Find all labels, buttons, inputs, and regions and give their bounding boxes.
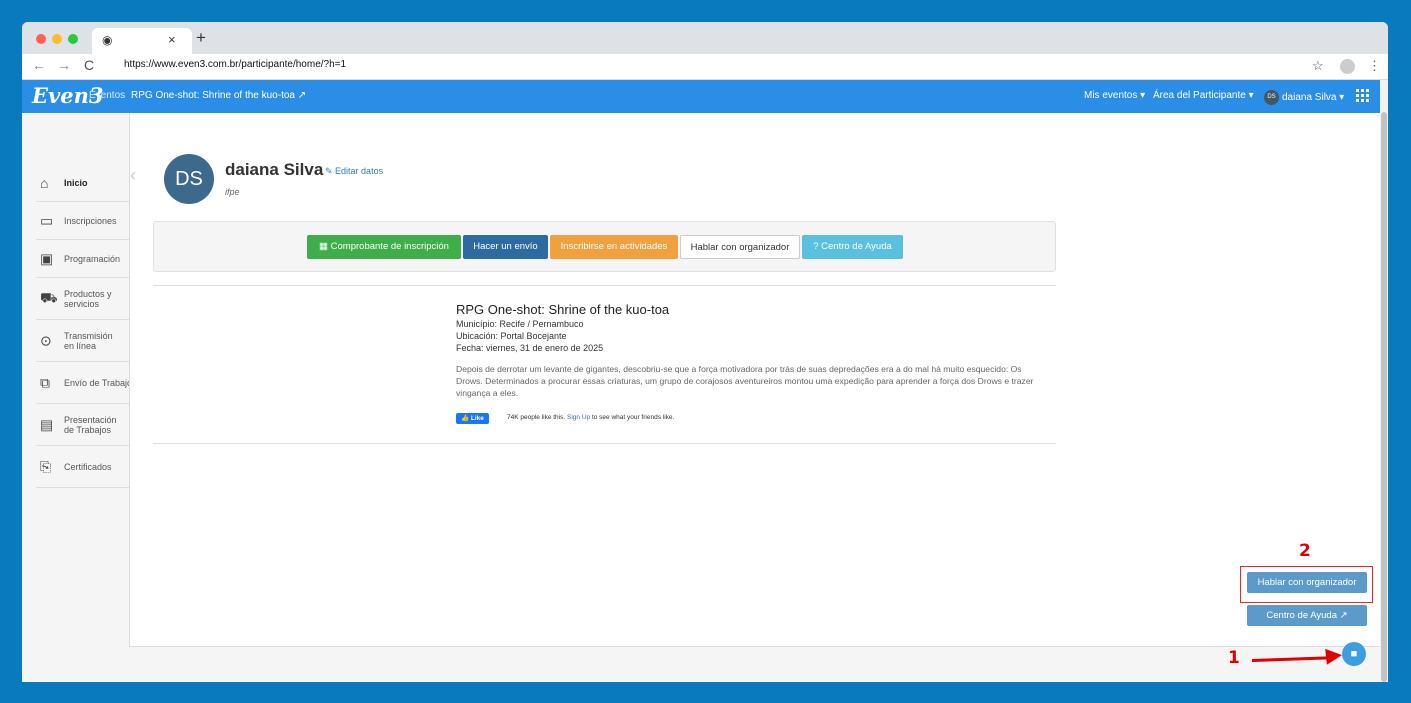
browser-menu-icon[interactable]: ⋮	[1368, 58, 1381, 74]
profile-institution: ifpe	[225, 187, 240, 197]
site-navbar: Even3 Eventos RPG One-shot: Shrine of th…	[22, 80, 1380, 113]
edit-profile-link[interactable]: ✎ Editar datos	[325, 166, 383, 177]
bookmark-star-icon[interactable]: ☆	[1312, 58, 1324, 74]
reload-icon[interactable]: C	[84, 57, 94, 73]
facebook-like-count: 74K people like this.	[507, 414, 566, 421]
collapse-sidebar-chevron-icon[interactable]: ‹	[130, 165, 136, 186]
scrollbar-thumb[interactable]	[1381, 112, 1387, 682]
comprobante-button[interactable]: ▦ Comprobante de inscripción	[307, 235, 461, 259]
browser-window: ◉ × + ← → C https://www.even3.com.br/par…	[22, 22, 1388, 682]
sidebar-item-inscripciones[interactable]: ▭ Inscripciones	[36, 202, 129, 240]
event-title: RPG One-shot: Shrine of the kuo-toa	[456, 302, 670, 317]
annotation-marker-1: 1	[1228, 648, 1240, 668]
address-bar[interactable]: https://www.even3.com.br/participante/ho…	[124, 59, 346, 70]
nav-event-link[interactable]: RPG One-shot: Shrine of the kuo-toa ↗	[131, 90, 306, 101]
annotation-arrowhead-icon	[1325, 647, 1343, 665]
sidebar-item-label: Presentación de Trabajos	[64, 414, 117, 435]
calendar-icon: ▣	[40, 250, 54, 266]
forward-arrow-icon[interactable]: →	[57, 57, 71, 73]
sidebar-item-envio-trabajo[interactable]: ⧉ Envío de Trabajo	[36, 362, 132, 404]
browser-tab[interactable]: ◉ ×	[92, 28, 192, 54]
profile-name: daiana Silva	[225, 160, 324, 179]
facebook-signup-link[interactable]: Sign Up	[567, 414, 590, 421]
document-copy-icon: ⧉	[40, 374, 50, 390]
page-body: ⌂ Inicio ▭ Inscripciones ▣ Programación …	[22, 113, 1380, 682]
maximize-window-icon[interactable]	[68, 34, 78, 44]
event-description: Depois de derrotar um levante de gigante…	[456, 364, 1034, 398]
annotation-marker-2: 2	[1299, 541, 1311, 561]
event-municipio: Município: Recife / Pernambuco	[456, 319, 584, 329]
event-ubicacion: Ubicación: Portal Bocejante	[456, 331, 567, 341]
profile-icon[interactable]	[1340, 59, 1355, 74]
chrome-favicon-icon: ◉	[102, 33, 113, 47]
divider	[153, 285, 1056, 286]
profile-avatar: DS	[164, 154, 214, 204]
back-arrow-icon[interactable]: ←	[32, 57, 46, 73]
hacer-envio-button[interactable]: Hacer un envío	[463, 235, 548, 259]
sidebar-item-productos[interactable]: ⛟ Productos y servicios	[36, 278, 129, 320]
inscribirse-actividades-button[interactable]: Inscribirse en actividades	[550, 235, 678, 259]
facebook-like-button[interactable]: 👍 Like	[456, 413, 489, 424]
sidebar-item-certificados[interactable]: ⎘ Certificados	[36, 446, 129, 488]
window-controls	[36, 34, 78, 44]
sidebar-item-transmision[interactable]: ⊙ Transmisión en línea	[36, 320, 129, 362]
chat-bubble-icon[interactable]: ■	[1342, 642, 1366, 666]
action-button-panel: ▦ Comprobante de inscripción Hacer un en…	[153, 221, 1056, 272]
minimize-window-icon[interactable]	[52, 34, 62, 44]
area-participante-dropdown[interactable]: Área del Participante ▾	[1153, 90, 1254, 101]
facebook-like-text: 74K people like this. Sign Up to see wha…	[507, 414, 674, 421]
sidebar-item-label: Productos y servicios	[64, 288, 112, 309]
user-mini-avatar: DS	[1264, 90, 1279, 105]
tab-close-icon[interactable]: ×	[168, 32, 176, 47]
floating-centro-ayuda-button[interactable]: Centro de Ayuda ↗	[1247, 605, 1367, 626]
sidebar: ⌂ Inicio ▭ Inscripciones ▣ Programación …	[22, 113, 132, 682]
sidebar-item-presentacion[interactable]: ▤ Presentación de Trabajos	[36, 404, 129, 446]
event-fecha: Fecha: viernes, 31 de enero de 2025	[456, 343, 604, 353]
browser-tabbar: ◉ × +	[22, 22, 1388, 54]
facebook-rest-text: to see what your friends like.	[591, 414, 675, 421]
sidebar-item-label: Transmisión en línea	[64, 330, 113, 351]
play-icon: ⊙	[40, 332, 52, 348]
close-window-icon[interactable]	[36, 34, 46, 44]
sidebar-item-inicio[interactable]: ⌂ Inicio	[36, 164, 129, 202]
centro-ayuda-button[interactable]: ? Centro de Ayuda	[802, 235, 903, 259]
user-menu-dropdown[interactable]: DS daiana Silva ▾	[1264, 90, 1344, 105]
ticket-icon: ▭	[40, 212, 54, 228]
apps-grid-icon[interactable]	[1356, 89, 1369, 102]
presentation-icon: ▤	[40, 416, 54, 432]
new-tab-button[interactable]: +	[196, 28, 206, 48]
page-scrollbar[interactable]	[1380, 80, 1388, 682]
divider	[153, 443, 1056, 444]
nav-eventos-link[interactable]: Eventos	[89, 90, 125, 101]
mis-eventos-dropdown[interactable]: Mis eventos ▾	[1084, 90, 1145, 101]
hablar-organizador-button[interactable]: Hablar con organizador	[680, 235, 800, 259]
sidebar-item-programacion[interactable]: ▣ Programación	[36, 240, 129, 278]
home-icon: ⌂	[40, 174, 49, 191]
browser-toolbar: ← → C https://www.even3.com.br/participa…	[22, 54, 1388, 80]
certificate-icon: ⎘	[40, 458, 52, 474]
user-menu-label: daiana Silva ▾	[1282, 92, 1345, 104]
cart-icon: ⛟	[40, 289, 58, 305]
annotation-highlight-box	[1240, 566, 1373, 603]
